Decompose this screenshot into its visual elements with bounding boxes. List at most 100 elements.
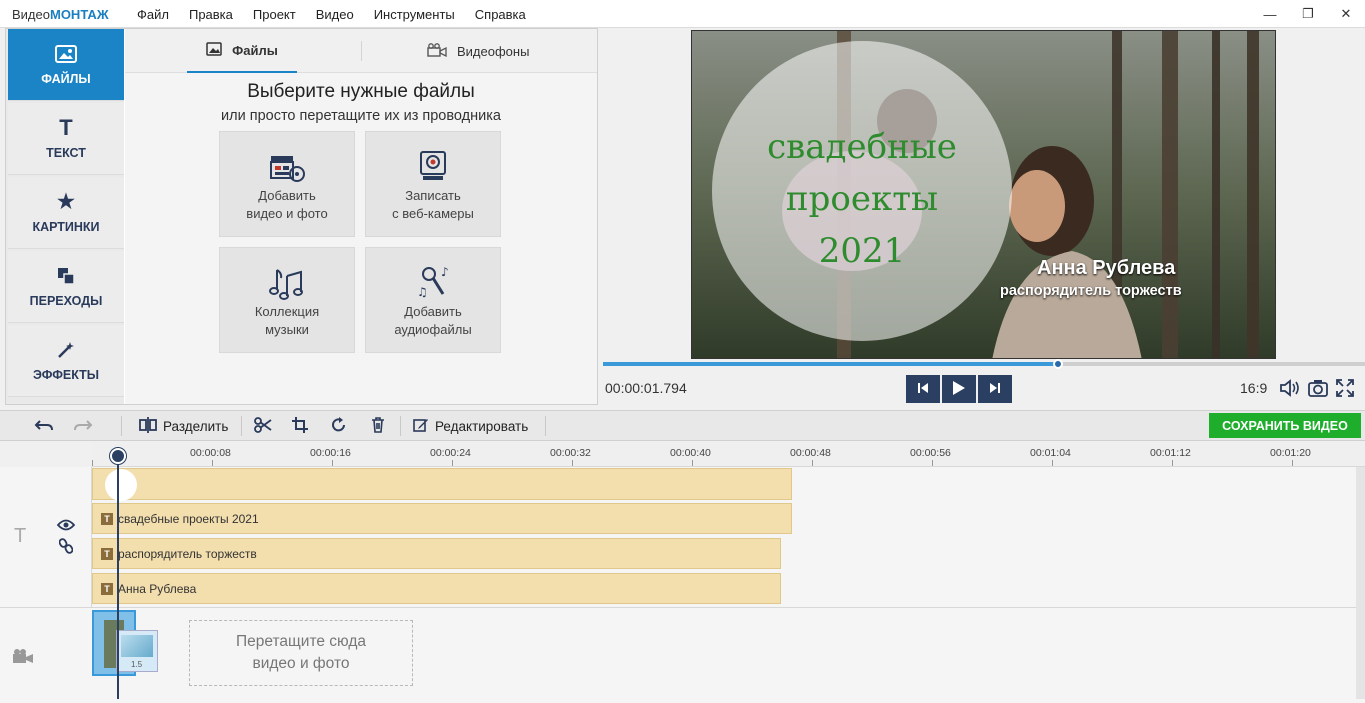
save-video-button[interactable]: СОХРАНИТЬ ВИДЕО (1209, 413, 1361, 438)
fullscreen-icon[interactable] (1335, 378, 1355, 401)
image-icon (206, 41, 222, 59)
play-button[interactable] (942, 375, 976, 403)
content-heading: Выберите нужные файлы (247, 81, 475, 102)
nav-images[interactable]: ★ КАРТИНКИ (8, 177, 124, 249)
progress-knob[interactable] (1052, 359, 1063, 369)
nav-transitions[interactable]: ПЕРЕХОДЫ (8, 251, 124, 323)
ruler-label: 00:00:48 (790, 447, 831, 459)
nav-files[interactable]: ФАЙЛЫ (8, 29, 124, 101)
playhead-handle[interactable] (110, 448, 126, 464)
skip-back-button[interactable] (906, 375, 940, 403)
ruler-tick (812, 460, 813, 466)
text-clip-icon: T (101, 512, 113, 525)
preview-title-line1: свадебные (767, 127, 957, 167)
ruler-tick (1292, 460, 1293, 466)
film-camera-icon (427, 42, 447, 60)
timeline-ruler[interactable]: 00:00:08 00:00:16 00:00:24 00:00:32 00:0… (92, 441, 1365, 467)
skip-back-icon (917, 382, 929, 397)
svg-text:♫: ♫ (417, 285, 428, 299)
overlay-clip[interactable] (92, 468, 792, 501)
undo-icon[interactable] (34, 417, 54, 433)
preview-tools (1279, 378, 1355, 401)
files-content: Файлы Видеофоны Выберите нужные файлы ил… (125, 29, 597, 404)
skip-forward-icon (989, 382, 1001, 397)
music-collection-button[interactable]: Коллекция музыки (219, 247, 355, 353)
video-track: 1.5 Перетащите сюда видео и фото (0, 607, 1365, 703)
menu-bar: ВидеоМОНТАЖ Файл Правка Проект Видео Инс… (0, 0, 1365, 28)
redo-icon[interactable] (73, 417, 93, 433)
preview-frame[interactable]: свадебные проекты 2021 Анна Рублева расп… (691, 30, 1276, 359)
tab-files[interactable]: Файлы (187, 29, 297, 73)
preview-title-line3: 2021 (818, 231, 906, 271)
nav-text[interactable]: T ТЕКСТ (8, 103, 124, 175)
menu-help[interactable]: Справка (475, 7, 526, 22)
eye-icon[interactable] (56, 519, 76, 534)
music-notes-icon (220, 264, 354, 300)
timeline-tracks: T Tсвадебные проекты 2021 Tраспорядитель… (0, 467, 1365, 703)
scissors-icon[interactable] (254, 417, 272, 433)
preview-progress-bar[interactable] (603, 359, 1365, 369)
crop-icon[interactable] (292, 417, 308, 433)
circle-shape-thumb (105, 469, 137, 501)
magic-wand-icon (56, 340, 76, 360)
main-menu: Файл Правка Проект Видео Инструменты Спр… (137, 7, 546, 22)
close-button[interactable]: ✕ (1327, 0, 1365, 28)
link-icon[interactable] (58, 538, 74, 557)
ruler-label: 00:01:12 (1150, 447, 1191, 459)
preview-role: распорядитель торжеств (1000, 283, 1182, 299)
skip-forward-button[interactable] (978, 375, 1012, 403)
media-panel: ФАЙЛЫ T ТЕКСТ ★ КАРТИНКИ ПЕРЕХОДЫ ЭФФЕКТ… (5, 28, 598, 405)
split-icon (139, 417, 157, 436)
preview-name: Анна Рублева (1037, 257, 1176, 279)
text-clip-name[interactable]: T Анна Рублева (92, 573, 781, 604)
drop-zone[interactable]: Перетащите сюда видео и фото (189, 620, 413, 686)
ruler-label: 00:00:16 (310, 447, 351, 459)
ruler-tick (452, 460, 453, 466)
tab-backgrounds[interactable]: Видеофоны (427, 29, 529, 73)
side-nav: ФАЙЛЫ T ТЕКСТ ★ КАРТИНКИ ПЕРЕХОДЫ ЭФФЕКТ… (6, 29, 124, 404)
ruler-tick (212, 460, 213, 466)
preview-area: свадебные проекты 2021 Анна Рублева расп… (603, 28, 1365, 362)
image-icon (55, 44, 77, 64)
timecode: 00:00:01.794 (605, 380, 687, 396)
ruler-tick (332, 460, 333, 466)
ruler-label: 00:00:40 (670, 447, 711, 459)
add-audio-button[interactable]: ♪ ♫ Добавить аудиофайлы (365, 247, 501, 353)
record-webcam-button[interactable]: Записать с веб-камеры (365, 131, 501, 237)
ruler-tick (1052, 460, 1053, 466)
snapshot-icon[interactable] (1307, 378, 1329, 401)
app-logo: ВидеоМОНТАЖ (12, 7, 109, 22)
ruler-tick (92, 460, 93, 466)
transition-thumb[interactable]: 1.5 (116, 630, 158, 672)
nav-effects[interactable]: ЭФФЕКТЫ (8, 325, 124, 397)
restore-button[interactable]: ❐ (1289, 0, 1327, 28)
volume-icon[interactable] (1279, 378, 1301, 401)
menu-file[interactable]: Файл (137, 7, 169, 22)
add-video-photo-button[interactable]: Добавить видео и фото (219, 131, 355, 237)
text-clip-role[interactable]: Tраспорядитель торжеств (92, 538, 781, 569)
play-icon (952, 380, 966, 399)
text-clip-title[interactable]: Tсвадебные проекты 2021 (92, 503, 792, 534)
playhead-line (117, 447, 119, 699)
split-button[interactable]: Разделить (139, 417, 228, 436)
menu-tools[interactable]: Инструменты (374, 7, 455, 22)
transition-duration: 1.5 (131, 660, 143, 669)
delete-icon[interactable] (371, 417, 385, 433)
ruler-label: 00:00:08 (190, 447, 231, 459)
pencil-icon (413, 417, 429, 436)
aspect-ratio[interactable]: 16:9 (1240, 380, 1267, 396)
ruler-label: 00:00:24 (430, 447, 471, 459)
menu-edit[interactable]: Правка (189, 7, 233, 22)
text-track-header: T (0, 467, 92, 607)
vertical-scrollbar[interactable] (1356, 467, 1365, 699)
svg-text:♪: ♪ (441, 265, 449, 279)
ruler-label: 00:00:56 (910, 447, 951, 459)
rotate-icon[interactable] (331, 417, 347, 433)
edit-button[interactable]: Редактировать (413, 417, 528, 436)
minimize-button[interactable]: — (1251, 0, 1289, 28)
window-controls: — ❐ ✕ (1251, 0, 1365, 28)
menu-project[interactable]: Проект (253, 7, 296, 22)
menu-video[interactable]: Видео (316, 7, 354, 22)
microphone-icon: ♪ ♫ (366, 264, 500, 300)
film-projector-icon (220, 148, 354, 184)
